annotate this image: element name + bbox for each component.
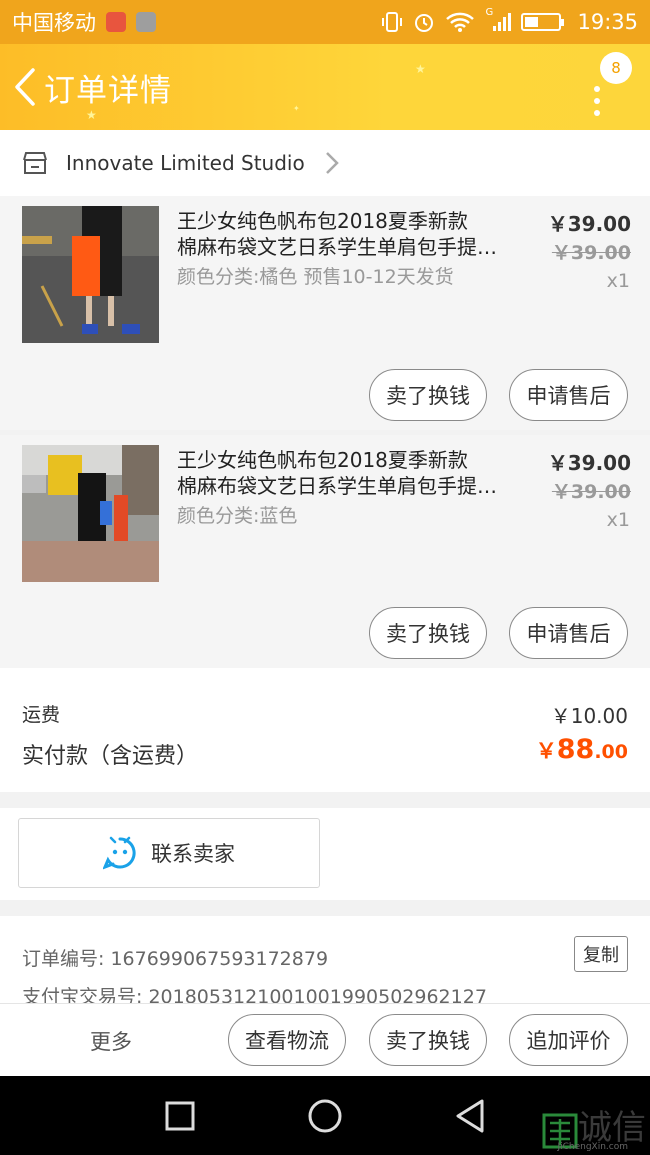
product-sku: 颜色分类:蓝色 [177,505,298,527]
bottom-action-bar: 更多 查看物流 卖了换钱 追加评价 [0,1003,650,1076]
page-title: 订单详情 [44,72,172,109]
order-number: 订单编号: 167699067593172879 [22,948,329,970]
total-integer: 88 [556,734,595,765]
resell-button[interactable]: 卖了换钱 [369,607,487,659]
product-image[interactable] [22,445,159,582]
total-decimal: .00 [594,741,628,763]
order-item[interactable]: 王少女纯色帆布包2018夏季新款 棉麻布袋文艺日系学生单肩包手提女包 颜色分类:… [0,196,650,430]
order-item[interactable]: 王少女纯色帆布包2018夏季新款 棉麻布袋文艺日系学生单肩包手提女包 颜色分类:… [0,435,650,668]
after-sale-button[interactable]: 申请售后 [509,369,628,421]
message-notification-icon [106,12,126,32]
product-price: ￥39.00 [547,451,631,475]
total-currency: ￥ [535,739,557,763]
copy-button[interactable]: 复制 [574,936,628,972]
product-price: ￥39.00 [547,212,631,236]
product-sku: 颜色分类:橘色 预售10-12天发货 [177,266,454,288]
back-icon[interactable] [10,67,40,107]
payment-summary: 运费 ￥10.00 实付款（含运费） ￥88.00 [0,668,650,792]
carrier-label: 中国移动 [12,11,96,35]
shop-name: Innovate Limited Studio [66,151,305,175]
status-bar: 中国移动 G 19:35 [0,0,650,44]
resell-button[interactable]: 卖了换钱 [369,369,487,421]
wifi-icon [446,12,475,32]
add-review-button[interactable]: 追加评价 [509,1014,628,1066]
product-title-line2: 棉麻布袋文艺日系学生单肩包手提女包 [177,474,507,498]
after-sale-button[interactable]: 申请售后 [509,607,628,659]
more-dots-icon [594,86,600,116]
navigation-bar: ★ ★ ✦ 订单详情 8 [0,44,650,130]
shipping-fee-value: ￥10.00 [550,704,628,728]
vibrate-icon [382,12,403,32]
order-info-section: 订单编号: 167699067593172879 支付宝交易号: 2018053… [0,916,650,1006]
product-title-line2: 棉麻布袋文艺日系学生单肩包手提女包 [177,235,507,259]
chat-face-icon [103,836,136,870]
contact-seller-label: 联系卖家 [151,842,235,866]
more-menu-button[interactable]: 8 [584,52,632,116]
product-image[interactable] [22,206,159,343]
shipping-fee-label: 运费 [22,704,61,726]
product-quantity: x1 [606,509,630,531]
battery-icon [521,13,565,31]
total-paid-value: ￥88.00 [536,734,628,765]
back-nav-icon[interactable] [450,1096,490,1136]
product-title-line1: 王少女纯色帆布包2018夏季新款 [177,448,468,472]
recent-apps-icon[interactable] [160,1096,200,1136]
shop-icon [23,152,47,174]
clock-time: 19:35 [577,10,638,34]
view-logistics-button[interactable]: 查看物流 [228,1014,346,1066]
watermark: 诚信 JiChengXin.com [542,1100,646,1152]
product-quantity: x1 [606,270,630,292]
gallery-notification-icon [136,12,156,32]
product-original-price: ￥39.00 [551,481,631,503]
product-title-line1: 王少女纯色帆布包2018夏季新款 [177,209,468,233]
notification-badge: 8 [600,52,632,84]
signal-icon: G [485,7,512,33]
contact-section: 联系卖家 [0,808,650,900]
product-title[interactable]: 王少女纯色帆布包2018夏季新款 棉麻布袋文艺日系学生单肩包手提女包 [177,208,507,260]
total-paid-label: 实付款（含运费） [22,744,199,769]
chevron-right-icon [325,152,339,174]
shop-row[interactable]: Innovate Limited Studio [0,130,650,196]
watermark-url: JiChengXin.com [557,1142,628,1152]
home-icon[interactable] [305,1096,345,1136]
resell-button[interactable]: 卖了换钱 [369,1014,487,1066]
more-actions-link[interactable]: 更多 [90,1026,132,1056]
product-title[interactable]: 王少女纯色帆布包2018夏季新款 棉麻布袋文艺日系学生单肩包手提女包 [177,447,507,499]
contact-seller-button[interactable]: 联系卖家 [18,818,320,888]
alarm-icon [415,14,434,32]
product-original-price: ￥39.00 [551,242,631,264]
